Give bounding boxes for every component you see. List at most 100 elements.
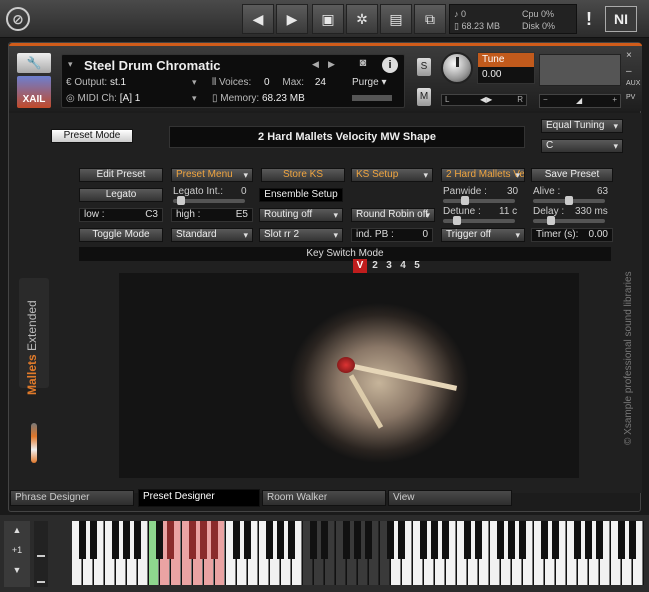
pan-thumb[interactable]: ◀▶ xyxy=(480,95,492,104)
routing-menu[interactable]: Routing off xyxy=(259,208,343,222)
pan-slider[interactable]: L ◀▶ R xyxy=(441,94,527,106)
standard-menu[interactable]: Standard xyxy=(171,228,253,242)
output-dropdown-icon[interactable]: ▾ xyxy=(192,77,197,88)
octave-control[interactable]: ▲ +1 ▼ xyxy=(4,521,30,587)
black-key[interactable] xyxy=(156,521,163,559)
octave-up-icon[interactable]: ▲ xyxy=(4,521,30,535)
tune-value[interactable]: 0.00 xyxy=(482,69,501,80)
black-key[interactable] xyxy=(266,521,273,559)
camera-icon[interactable]: ◙ xyxy=(352,57,374,71)
toggle-mode-button[interactable]: Toggle Mode xyxy=(79,228,163,242)
minimize-icon[interactable]: – xyxy=(626,66,632,77)
ind-pb-field[interactable]: ind. PB : 0 xyxy=(351,228,433,242)
collapse-icon[interactable]: ▾ xyxy=(68,59,73,70)
midi-row[interactable]: ◎ MIDI Ch: [A] 1 xyxy=(66,93,140,104)
delay-thumb[interactable] xyxy=(547,216,555,225)
black-key[interactable] xyxy=(354,521,361,559)
black-key[interactable] xyxy=(585,521,592,559)
panwide-slider[interactable] xyxy=(443,196,515,205)
pitch-mod-strip[interactable] xyxy=(34,521,48,587)
black-key[interactable] xyxy=(233,521,240,559)
detune-thumb[interactable] xyxy=(453,216,461,225)
prev-icon[interactable]: ◀ xyxy=(242,4,274,34)
black-key[interactable] xyxy=(321,521,328,559)
black-key[interactable] xyxy=(211,521,218,559)
tuning-menu[interactable]: Equal Tuning xyxy=(541,119,623,133)
black-key[interactable] xyxy=(464,521,471,559)
tune-knob[interactable] xyxy=(441,52,473,84)
black-key[interactable] xyxy=(431,521,438,559)
black-key[interactable] xyxy=(343,521,350,559)
black-key[interactable] xyxy=(519,521,526,559)
black-key[interactable] xyxy=(552,521,559,559)
black-key[interactable] xyxy=(497,521,504,559)
kontakt-logo-icon[interactable]: ⊘ xyxy=(6,7,30,31)
legato-int-slider[interactable] xyxy=(173,196,245,205)
ks-3-button[interactable]: 3 xyxy=(383,259,395,273)
tab-room-walker[interactable]: Room Walker xyxy=(262,490,386,506)
volume-thumb[interactable]: ◢ xyxy=(576,96,582,105)
tab-view[interactable]: View xyxy=(388,490,512,506)
black-key[interactable] xyxy=(310,521,317,559)
layout-icon[interactable]: ▤ xyxy=(380,4,412,34)
trigger-menu[interactable]: Trigger off xyxy=(441,228,525,242)
black-key[interactable] xyxy=(200,521,207,559)
ni-logo[interactable]: NI xyxy=(605,6,637,32)
gear-icon[interactable]: ✲ xyxy=(346,4,378,34)
black-key[interactable] xyxy=(112,521,119,559)
edit-preset-button[interactable]: Edit Preset xyxy=(79,168,163,182)
save-preset-button[interactable]: Save Preset xyxy=(531,168,613,182)
black-key[interactable] xyxy=(167,521,174,559)
tab-phrase-designer[interactable]: Phrase Designer xyxy=(10,490,134,506)
alive-thumb[interactable] xyxy=(565,196,573,205)
panwide-thumb[interactable] xyxy=(461,196,469,205)
black-key[interactable] xyxy=(123,521,130,559)
black-key[interactable] xyxy=(277,521,284,559)
purge-menu[interactable]: Purge ▾ xyxy=(352,77,387,88)
ks-5-button[interactable]: 5 xyxy=(411,259,423,273)
black-key[interactable] xyxy=(629,521,636,559)
info-icon[interactable]: i xyxy=(382,57,398,73)
volume-slider[interactable]: − ◢ + xyxy=(539,94,621,108)
ks-4-button[interactable]: 4 xyxy=(397,259,409,273)
save-icon[interactable]: ▣ xyxy=(312,4,344,34)
alive-slider[interactable] xyxy=(533,196,605,205)
ks-v-button[interactable]: V xyxy=(353,259,367,273)
solo-button[interactable]: S xyxy=(417,58,431,76)
delay-slider[interactable] xyxy=(533,216,605,225)
black-key[interactable] xyxy=(288,521,295,559)
high-field[interactable]: high : E5 xyxy=(171,208,253,222)
next-instrument-icon[interactable]: ▶ xyxy=(328,59,335,70)
round-robin-menu[interactable]: Round Robin off xyxy=(351,208,435,222)
black-key[interactable] xyxy=(574,521,581,559)
wrench-icon[interactable]: 🔧 xyxy=(17,53,51,73)
black-key[interactable] xyxy=(398,521,405,559)
preset-mode-button[interactable]: Preset Mode xyxy=(51,129,133,143)
store-ks-button[interactable]: Store KS xyxy=(261,168,345,182)
black-key[interactable] xyxy=(541,521,548,559)
detune-slider[interactable] xyxy=(443,216,515,225)
low-field[interactable]: low : C3 xyxy=(79,208,163,222)
black-key[interactable] xyxy=(618,521,625,559)
legato-button[interactable]: Legato xyxy=(79,188,163,202)
tab-preset-designer[interactable]: Preset Designer xyxy=(138,489,260,507)
black-key[interactable] xyxy=(189,521,196,559)
close-icon[interactable]: × xyxy=(626,50,632,61)
prev-instrument-icon[interactable]: ◀ xyxy=(312,59,319,70)
black-key[interactable] xyxy=(134,521,141,559)
resize-icon[interactable]: ⧉ xyxy=(414,4,446,34)
octave-down-icon[interactable]: ▼ xyxy=(4,555,30,575)
warning-icon[interactable]: ! xyxy=(578,4,600,34)
legato-int-thumb[interactable] xyxy=(177,196,185,205)
output-row[interactable]: € Output: st.1 xyxy=(66,77,126,88)
pv-button[interactable]: PV xyxy=(626,94,635,101)
ks-setup-menu[interactable]: KS Setup xyxy=(351,168,433,182)
black-key[interactable] xyxy=(508,521,515,559)
tuning-root-menu[interactable]: C xyxy=(541,139,623,153)
midi-dropdown-icon[interactable]: ▾ xyxy=(192,93,197,104)
ensemble-setup-button[interactable]: Ensemble Setup xyxy=(259,188,343,202)
instrument-name[interactable]: Steel Drum Chromatic xyxy=(84,58,221,73)
slot-rr-menu[interactable]: Slot rr 2 xyxy=(259,228,343,242)
black-key[interactable] xyxy=(79,521,86,559)
black-key[interactable] xyxy=(244,521,251,559)
